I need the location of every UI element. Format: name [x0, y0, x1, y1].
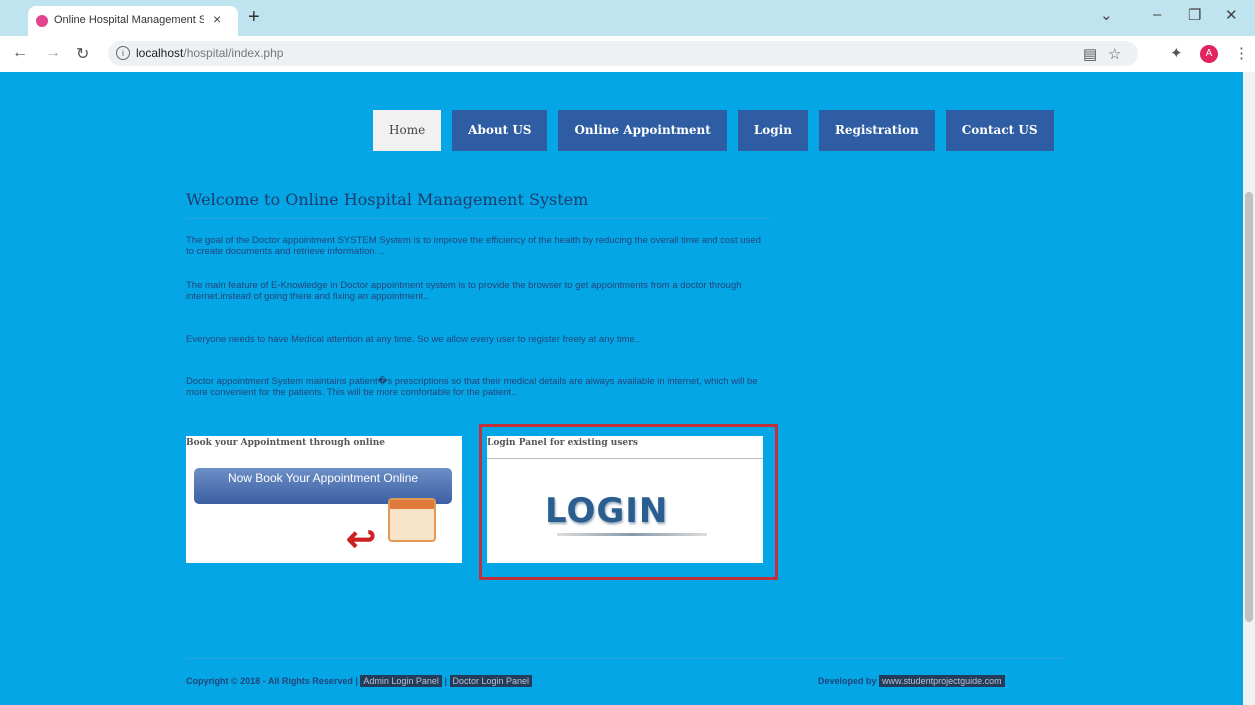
curved-arrow-icon: ↩: [346, 518, 377, 559]
page-title: Welcome to Online Hospital Management Sy…: [186, 190, 589, 209]
url-path: /hospital/index.php: [183, 46, 284, 60]
footer-right: Developed by www.studentprojectguide.com: [818, 675, 1005, 687]
nav-about-us[interactable]: About US: [452, 110, 548, 151]
close-window-button[interactable]: ✕: [1225, 6, 1238, 24]
reader-mode-icon[interactable]: ▤: [1083, 45, 1097, 63]
book-panel-title: Book your Appointment through online: [186, 438, 386, 448]
login-panel-title: Login Panel for existing users: [487, 438, 638, 448]
login-panel-divider: [487, 458, 763, 459]
url-host: localhost: [136, 46, 184, 60]
forward-arrow-icon[interactable]: →: [45, 44, 61, 62]
info-icon[interactable]: i: [116, 46, 130, 60]
tab-close-icon[interactable]: ×: [213, 11, 221, 27]
login-logo-underline: [557, 533, 707, 536]
footer-separator: |: [444, 676, 447, 686]
developer-site-link[interactable]: www.studentprojectguide.com: [879, 675, 1005, 687]
url-input[interactable]: i localhost/hospital/index.php ☆ ▤: [108, 41, 1138, 66]
favicon-icon: [36, 15, 48, 27]
title-divider: [186, 218, 771, 219]
nav-registration[interactable]: Registration: [818, 110, 935, 151]
login-panel: Login Panel for existing users LOGIN: [487, 436, 763, 563]
url-text: localhost/hospital/index.php: [136, 46, 283, 60]
intro-paragraph-1: The goal of the Doctor appointment SYSTE…: [186, 235, 761, 257]
tab-title: Online Hospital Management S: [54, 14, 204, 26]
back-arrow-icon[interactable]: ←: [12, 44, 28, 62]
footer-left: Copyright © 2018 - All Rights Reserved |…: [186, 675, 533, 687]
browser-tab[interactable]: Online Hospital Management S ×: [28, 6, 238, 36]
bookmark-star-icon[interactable]: ☆: [1108, 45, 1121, 63]
calendar-icon: [388, 498, 436, 542]
nav-login[interactable]: Login: [737, 110, 808, 151]
login-logo-button[interactable]: LOGIN: [545, 491, 668, 531]
restore-button[interactable]: ❐: [1188, 6, 1201, 24]
page-scrollbar[interactable]: [1243, 72, 1255, 705]
main-navigation: Home About US Online Appointment Login R…: [373, 110, 1065, 151]
admin-login-link[interactable]: Admin Login Panel: [360, 675, 442, 687]
browser-tab-strip: Online Hospital Management S × + ⌄ – ❐ ✕: [0, 0, 1255, 36]
reload-icon[interactable]: ↻: [76, 44, 89, 64]
new-tab-button[interactable]: +: [248, 6, 260, 29]
developed-by-text: Developed by: [818, 676, 877, 686]
footer-divider: [186, 658, 1066, 659]
nav-online-appointment[interactable]: Online Appointment: [558, 110, 727, 151]
intro-paragraph-4: Doctor appointment System maintains pati…: [186, 376, 758, 398]
book-appointment-panel: Book your Appointment through online Now…: [186, 436, 462, 563]
doctor-login-link[interactable]: Doctor Login Panel: [449, 675, 533, 687]
intro-paragraph-3: Everyone needs to have Medical attention…: [186, 334, 641, 345]
extensions-icon[interactable]: ✦: [1170, 44, 1183, 62]
profile-avatar[interactable]: A: [1200, 45, 1218, 63]
tab-search-icon[interactable]: ⌄: [1100, 6, 1113, 24]
nav-home[interactable]: Home: [373, 110, 442, 151]
intro-paragraph-2: The main feature of E-Knowledge in Docto…: [186, 280, 742, 302]
nav-contact-us[interactable]: Contact US: [945, 110, 1054, 151]
menu-kebab-icon[interactable]: ⋮: [1234, 44, 1249, 62]
page-body: Home About US Online Appointment Login R…: [0, 72, 1243, 705]
copyright-text: Copyright © 2018 - All Rights Reserved |: [186, 676, 358, 686]
minimize-button[interactable]: –: [1153, 6, 1161, 23]
scrollbar-thumb[interactable]: [1245, 192, 1253, 622]
address-bar: ← → ↻ i localhost/hospital/index.php ☆ ▤…: [0, 36, 1255, 73]
